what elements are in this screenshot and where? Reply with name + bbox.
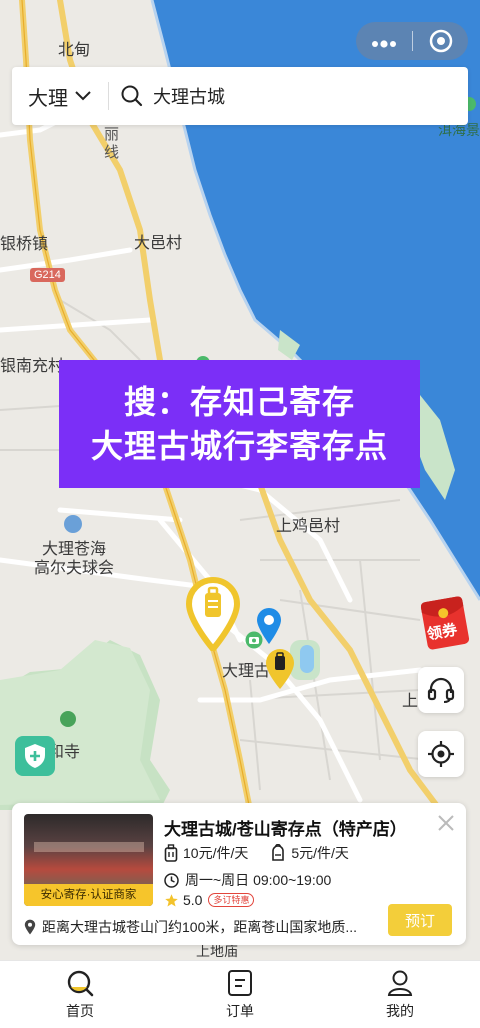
star-icon: [165, 893, 178, 906]
price-row: 10元/件/天 5元/件/天: [164, 843, 371, 863]
map-label-shangjiyicun: 上鸡邑村: [276, 518, 341, 535]
home-search-icon: [67, 970, 94, 997]
temple-icon: [60, 711, 76, 727]
map-label-lixian: 丽 线: [104, 126, 120, 161]
store-card[interactable]: 安心寄存·认证商家 大理古城/苍山寄存点（特产店） 10元/件/天 5元/件/天…: [12, 803, 466, 945]
chevron-down-icon: [75, 91, 91, 101]
bottom-tab-bar: 首页 订单 我的: [0, 960, 480, 1028]
map-label-right-fragment: 上: [402, 693, 419, 710]
insurance-shield-button[interactable]: [15, 736, 55, 776]
mini-program-capsule: [356, 22, 468, 60]
price-bag-text: 5元/件/天: [291, 845, 349, 861]
map-label-g214: G214: [30, 268, 65, 282]
map-label-yinqiaozhen: 银桥镇: [0, 236, 49, 253]
close-icon[interactable]: [436, 813, 456, 833]
map-label-beidian: 北甸: [58, 42, 91, 59]
headset-icon: [427, 677, 455, 703]
search-input[interactable]: 大理古城: [109, 83, 225, 109]
shield-plus-icon: [25, 744, 45, 768]
backpack-icon: [272, 844, 285, 861]
map-marker-icon: [24, 919, 36, 935]
coupon-red-packet[interactable]: 领券: [418, 593, 472, 653]
customer-service-button[interactable]: [418, 667, 464, 713]
discount-tag: 多订特惠: [208, 893, 255, 907]
city-label: 大理: [28, 87, 68, 110]
search-icon: [121, 85, 143, 107]
search-query-text: 大理古城: [153, 87, 225, 107]
map-label-dali-ancient: 大理古: [222, 663, 271, 680]
distance-row: 距离大理古城苍山门约100米，距离苍山国家地质...: [24, 917, 384, 937]
store-name[interactable]: 大理古城/苍山寄存点（特产店）: [164, 815, 407, 840]
price-luggage: 10元/件/天: [164, 843, 248, 863]
golf-icon: [64, 515, 82, 533]
price-bag: 5元/件/天: [270, 843, 349, 863]
rating-row: 5.0 多订特惠: [164, 892, 255, 908]
promo-banner: 搜：存知己寄存 大理古城行李寄存点: [59, 360, 420, 488]
rating-value: 5.0: [183, 892, 203, 908]
promo-banner-line2: 大理古城行李寄存点: [90, 428, 388, 464]
order-icon: [228, 970, 252, 996]
map-label-yinnanchongcun: 银南充村: [0, 358, 65, 375]
hours-text: 周一~周日 09:00~19:00: [185, 872, 332, 888]
store-thumbnail[interactable]: 安心寄存·认证商家: [24, 814, 153, 906]
profile-icon: [387, 970, 413, 996]
price-luggage-text: 10元/件/天: [183, 845, 249, 861]
mini-program-close-icon[interactable]: [413, 29, 468, 53]
tab-profile[interactable]: 我的: [320, 961, 480, 1028]
luggage-pin-small-icon[interactable]: [264, 648, 296, 690]
tab-profile-label: 我的: [386, 1003, 414, 1019]
locate-button[interactable]: [418, 731, 464, 777]
hours-row: 周一~周日 09:00~19:00: [164, 870, 331, 890]
map-label-golf: 大理苍海 高尔夫球会: [34, 541, 115, 577]
tab-home[interactable]: 首页: [0, 961, 160, 1028]
tab-orders-label: 订单: [226, 1003, 254, 1019]
map-label-dayicun: 大邑村: [134, 235, 183, 252]
tab-orders[interactable]: 订单: [160, 961, 320, 1028]
distance-text: 距离大理古城苍山门约100米，距离苍山国家地质...: [42, 919, 358, 935]
clock-icon: [164, 872, 179, 888]
book-button[interactable]: 预订: [388, 904, 452, 936]
promo-banner-line1: 搜：存知己寄存: [123, 384, 355, 420]
store-photo-lights: [34, 842, 144, 852]
suitcase-icon: [164, 844, 178, 862]
search-bar: 大理 大理古城: [12, 67, 468, 125]
store-certified-badge: 安心寄存·认证商家: [24, 884, 153, 906]
luggage-pin-large-icon[interactable]: [185, 577, 241, 651]
tab-home-label: 首页: [66, 1003, 94, 1019]
more-dots-icon[interactable]: [356, 28, 412, 54]
city-selector[interactable]: 大理: [12, 82, 108, 111]
locate-target-icon: [428, 741, 454, 767]
camera-poi-icon: [245, 631, 263, 649]
